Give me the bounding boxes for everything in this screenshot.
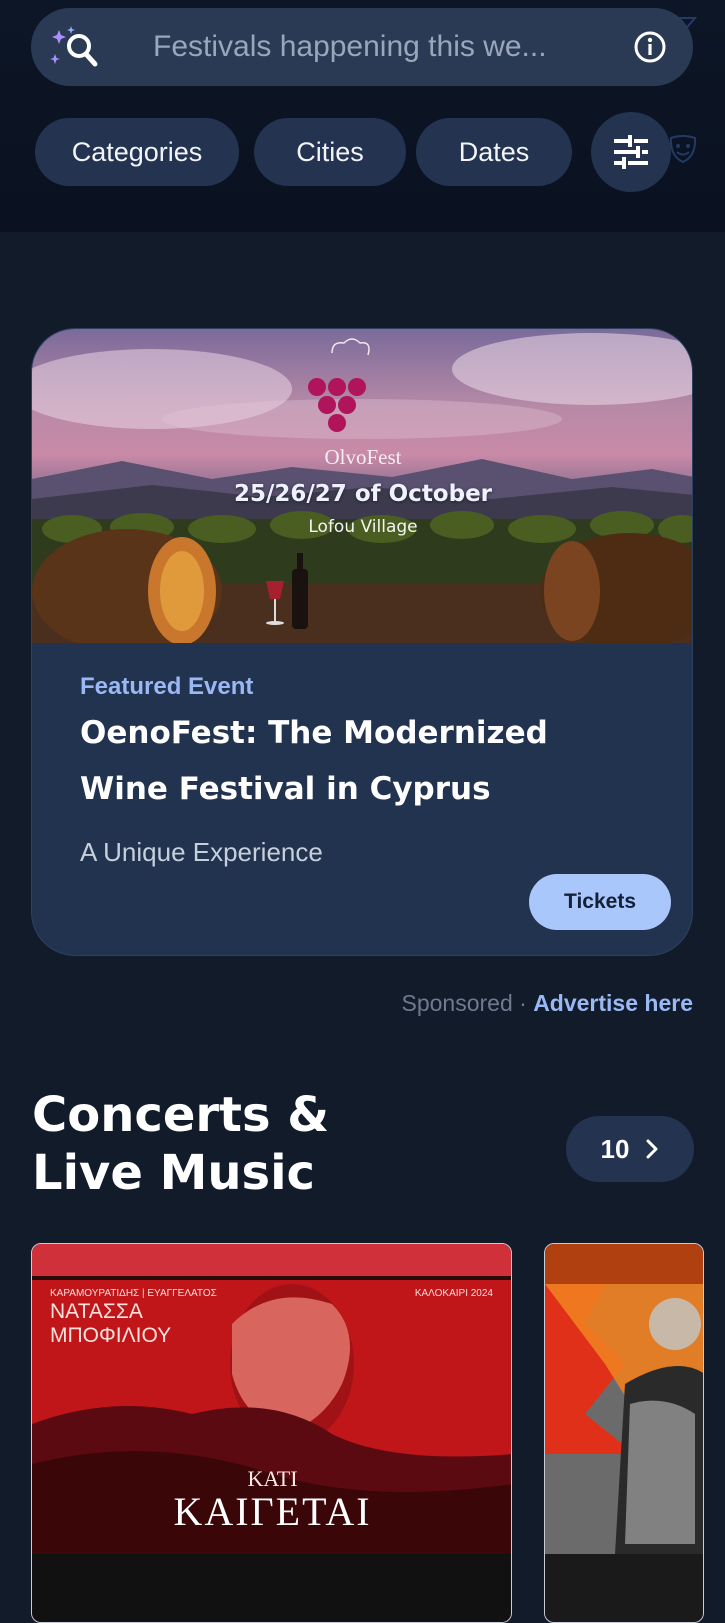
chip-categories[interactable]: Categories [35,118,239,186]
featured-banner-image: OlvoFest 25/26/27 of October Lofou Villa… [32,329,692,643]
advertise-here-link[interactable]: Advertise here [533,990,693,1016]
poster-artist-name: ΝΑΤΑΣΣΑ ΜΠΟΦΙΛΙΟΥ [50,1300,172,1347]
chevron-right-icon [646,1139,658,1159]
see-all-button[interactable]: 10 [566,1116,694,1182]
tickets-button[interactable]: Tickets [529,874,671,930]
search-sparkle-icon [50,26,98,67]
info-icon[interactable] [633,30,667,64]
featured-event-title[interactable]: OenoFest: The Modernized Wine Festival i… [80,705,640,817]
sponsored-line: Sponsored · Advertise here [401,990,693,1017]
header: Festivals happening this we... Categorie… [0,0,725,232]
poster-season: ΚΑΛΟΚΑΙΡΙ 2024 [414,1288,493,1299]
sponsor-separator: · [512,990,534,1016]
featured-event-card[interactable]: OlvoFest 25/26/27 of October Lofou Villa… [31,328,693,956]
search-bar[interactable]: Festivals happening this we... [31,8,693,86]
concert-card[interactable] [544,1243,704,1623]
chip-dates[interactable]: Dates [416,118,572,186]
theater-mask-icon [669,135,697,164]
filter-settings-button[interactable] [591,112,671,192]
search-input[interactable]: Festivals happening this we... [153,8,547,86]
banner-logo-text: OlvoFest [324,445,402,469]
featured-event-label: Featured Event [80,673,254,700]
sponsored-label: Sponsored [401,990,513,1016]
banner-dates: 25/26/27 of October [233,481,493,507]
section-count: 10 [600,1133,630,1164]
tune-sliders-icon [614,135,648,169]
poster-artwork [545,1244,703,1622]
featured-event-subtitle: A Unique Experience [80,837,323,867]
poster-title-line2: ΚΑΙΓΕΤΑΙ [173,1489,372,1534]
section-title: Concerts & Live Music [32,1087,330,1201]
concert-card[interactable]: ΚΑΡΑΜΟΥΡΑΤΙΔΗΣ | ΕΥΑΓΓΕΛΑΤΟΣ ΚΑΛΟΚΑΙΡΙ 2… [31,1243,512,1623]
banner-place: Lofou Village [308,517,418,537]
chip-cities[interactable]: Cities [254,118,406,186]
poster-producers: ΚΑΡΑΜΟΥΡΑΤΙΔΗΣ | ΕΥΑΓΓΕΛΑΤΟΣ [50,1288,217,1299]
